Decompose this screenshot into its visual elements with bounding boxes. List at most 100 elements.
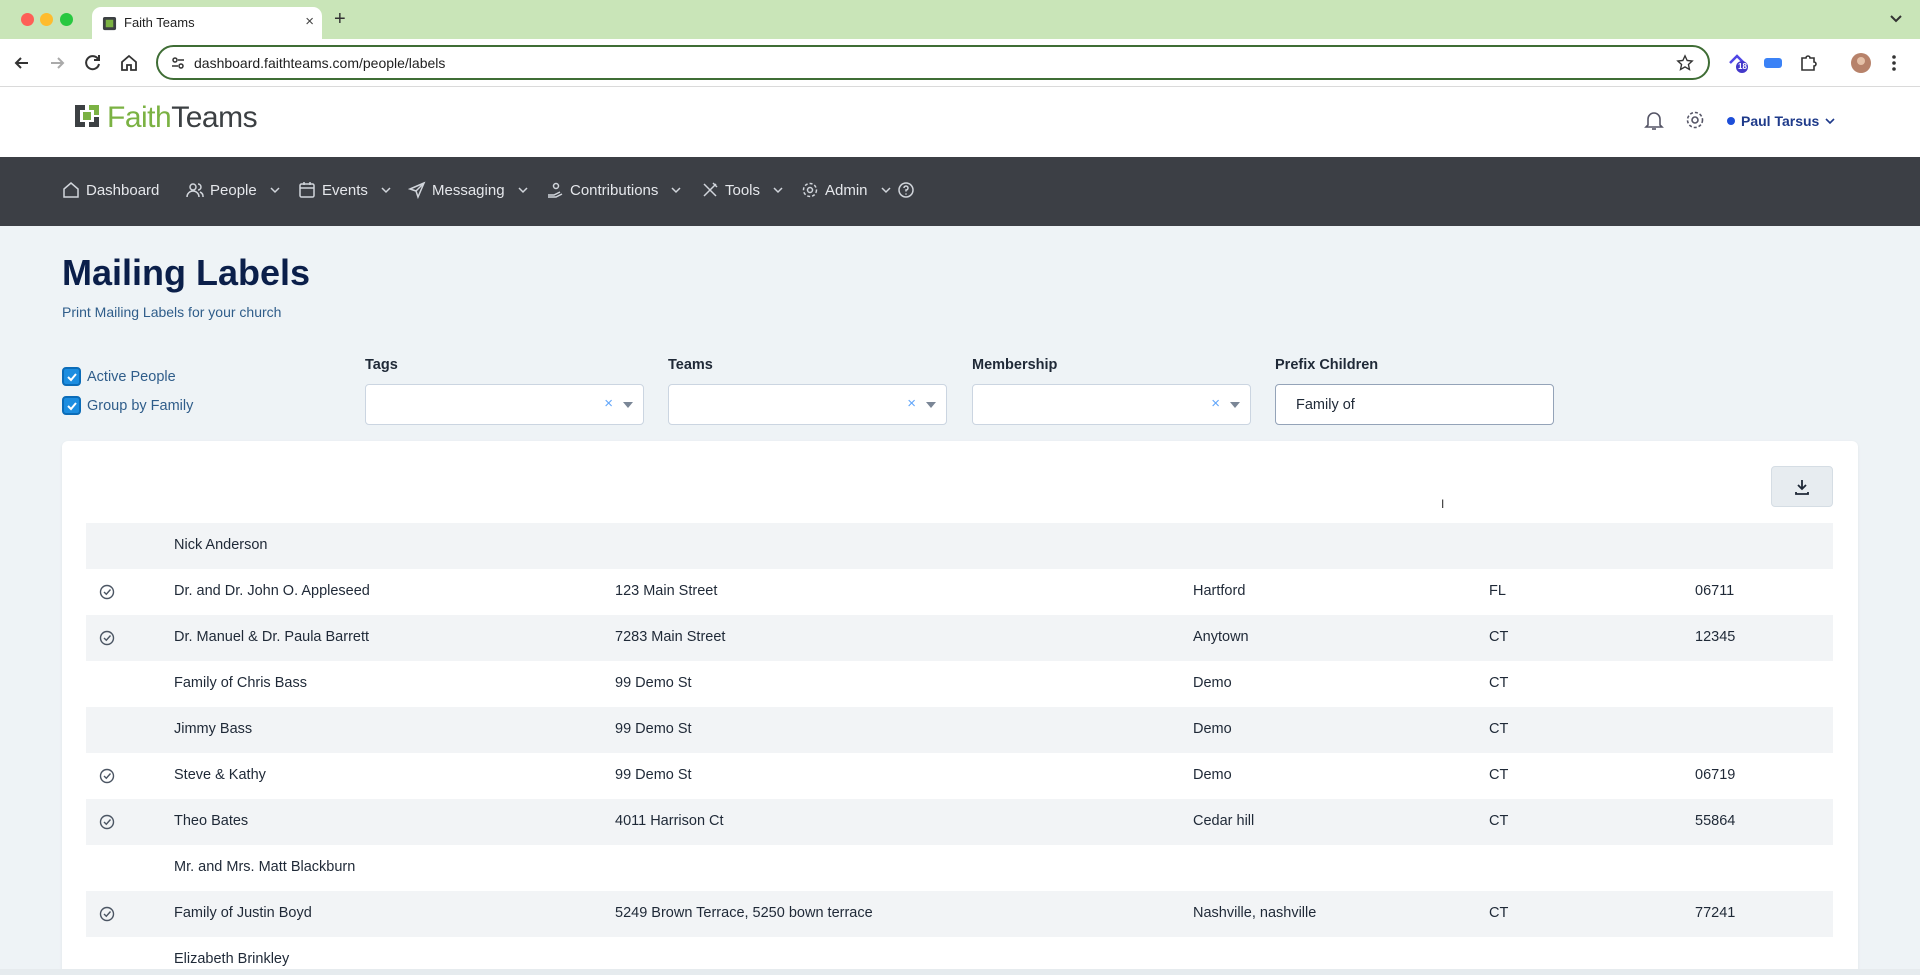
minimize-window-button[interactable] <box>40 13 53 26</box>
home-icon[interactable] <box>118 52 140 74</box>
clear-icon[interactable]: × <box>907 395 916 412</box>
table-row[interactable]: Family of Chris Bass 99 Demo St Demo CT <box>86 661 1833 707</box>
nav-people[interactable]: People <box>186 181 281 199</box>
labels-table: Nick Anderson Dr. and Dr. John O. Applese… <box>86 523 1833 975</box>
close-window-button[interactable] <box>21 13 34 26</box>
address-cell: 123 Main Street <box>615 583 718 599</box>
checkbox-checked[interactable] <box>62 367 81 386</box>
state-cell: CT <box>1489 721 1509 737</box>
nav-label: Events <box>322 181 368 199</box>
name-cell: Dr. and Dr. John O. Appleseed <box>174 583 370 599</box>
name-cell: Family of Chris Bass <box>174 675 307 691</box>
city-cell: Nashville, nashville <box>1193 905 1317 921</box>
bell-icon[interactable] <box>1643 109 1665 131</box>
brand-teams: Teams <box>171 101 258 134</box>
teams-label: Teams <box>668 357 713 373</box>
table-row[interactable]: Family of Justin Boyd 5249 Brown Terrace,… <box>86 891 1833 937</box>
checkbox-checked[interactable] <box>62 396 81 415</box>
settings-gear-icon[interactable] <box>1684 109 1706 131</box>
table-row[interactable]: Dr. Manuel & Dr. Paula Barrett 7283 Main … <box>86 615 1833 661</box>
brand-faith: Faith <box>107 101 172 134</box>
user-menu[interactable]: Paul Tarsus <box>1727 113 1835 129</box>
people-icon <box>186 183 204 198</box>
active-people-label[interactable]: Active People <box>87 369 176 385</box>
profile-avatar-icon[interactable] <box>1850 52 1872 74</box>
zip-extension-icon[interactable] <box>1762 52 1784 74</box>
nav-admin[interactable]: Admin <box>801 181 892 199</box>
state-cell: CT <box>1489 629 1509 645</box>
table-row[interactable]: Jimmy Bass 99 Demo St Demo CT <box>86 707 1833 753</box>
browser-tab[interactable]: Faith Teams × <box>92 7 322 39</box>
nav-label: Dashboard <box>86 181 160 199</box>
bottom-edge <box>0 969 1920 975</box>
name-cell: Mr. and Mrs. Matt Blackburn <box>174 859 356 875</box>
url-text[interactable]: dashboard.faithteams.com/people/labels <box>194 55 445 71</box>
reload-icon[interactable] <box>82 52 104 74</box>
check-circle-icon <box>99 630 115 646</box>
city-cell: Hartford <box>1193 583 1246 599</box>
nav-help[interactable] <box>897 181 915 199</box>
check-circle-icon <box>99 584 115 600</box>
home-icon <box>63 182 79 198</box>
back-arrow-icon[interactable] <box>11 52 33 74</box>
address-cell: 7283 Main Street <box>615 629 726 645</box>
gear-icon <box>802 182 818 198</box>
extensions-puzzle-icon[interactable] <box>1797 52 1819 74</box>
clear-icon[interactable]: × <box>604 395 613 412</box>
tags-label: Tags <box>365 357 398 373</box>
dropdown-caret-icon[interactable] <box>623 402 633 408</box>
table-row[interactable]: Nick Anderson <box>86 523 1833 569</box>
table-row[interactable]: Theo Bates 4011 Harrison Ct Cedar hill CT 55… <box>86 799 1833 845</box>
tab-close-icon[interactable]: × <box>305 13 314 30</box>
name-cell: Theo Bates <box>174 813 249 829</box>
extension-badge-icon[interactable]: 18 <box>1727 52 1749 74</box>
state-cell: CT <box>1489 675 1509 691</box>
bookmark-star-icon[interactable] <box>1676 54 1694 72</box>
tags-select[interactable]: × <box>365 384 644 425</box>
name-cell: Nick Anderson <box>174 537 268 553</box>
membership-select[interactable]: × <box>972 384 1251 425</box>
zip-cell: 06719 <box>1695 767 1736 783</box>
nav-messaging[interactable]: Messaging <box>408 181 529 199</box>
new-tab-button[interactable]: + <box>334 8 346 31</box>
active-people-checkbox[interactable]: Active People <box>62 367 176 386</box>
nav-events[interactable]: Events <box>298 181 392 199</box>
nav-label: People <box>210 181 257 199</box>
dropdown-caret-icon[interactable] <box>1230 402 1240 408</box>
table-row[interactable]: Mr. and Mrs. Matt Blackburn <box>86 845 1833 891</box>
city-cell: Anytown <box>1193 629 1249 645</box>
page-title: Mailing Labels <box>62 252 311 293</box>
zip-cell: 12345 <box>1695 629 1736 645</box>
nav-dashboard[interactable]: Dashboard <box>62 181 159 199</box>
table-row[interactable]: Steve & Kathy 99 Demo St Demo CT 06719 <box>86 753 1833 799</box>
browser-toolbar: dashboard.faithteams.com/people/labels 1… <box>0 39 1920 87</box>
maximize-window-button[interactable] <box>60 13 73 26</box>
faithteams-favicon-icon <box>102 16 117 31</box>
nav-contributions[interactable]: Contributions <box>546 181 682 199</box>
browser-menu-icon[interactable] <box>1888 52 1900 74</box>
faithteams-logo-icon[interactable] <box>73 101 101 131</box>
city-cell: Demo <box>1193 721 1232 737</box>
check-circle-icon <box>99 768 115 784</box>
site-info-icon[interactable] <box>170 55 186 71</box>
group-by-family-label[interactable]: Group by Family <box>87 398 193 414</box>
brand-wordmark[interactable]: FaithTeams <box>107 101 258 135</box>
address-bar[interactable]: dashboard.faithteams.com/people/labels <box>156 45 1710 80</box>
hand-coin-icon <box>548 182 563 198</box>
table-row[interactable]: Dr. and Dr. John O. Appleseed 123 Main St… <box>86 569 1833 615</box>
prefix-children-input[interactable] <box>1275 384 1554 425</box>
check-circle-icon <box>99 814 115 830</box>
dropdown-caret-icon[interactable] <box>926 402 936 408</box>
forward-arrow-icon[interactable] <box>46 52 68 74</box>
clear-icon[interactable]: × <box>1211 395 1220 412</box>
download-button[interactable] <box>1771 466 1833 507</box>
teams-select[interactable]: × <box>668 384 947 425</box>
chevron-down-icon <box>881 187 891 194</box>
prefix-children-label: Prefix Children <box>1275 357 1379 373</box>
tab-search-chevron-icon[interactable] <box>1888 10 1904 26</box>
nav-tools[interactable]: Tools <box>701 181 784 199</box>
app-header: FaithTeams Paul Tarsus <box>0 87 1920 157</box>
zip-cell: 06711 <box>1695 583 1735 599</box>
group-by-family-checkbox[interactable]: Group by Family <box>62 396 193 415</box>
browser-tab-bar: Faith Teams × + <box>0 0 1920 39</box>
